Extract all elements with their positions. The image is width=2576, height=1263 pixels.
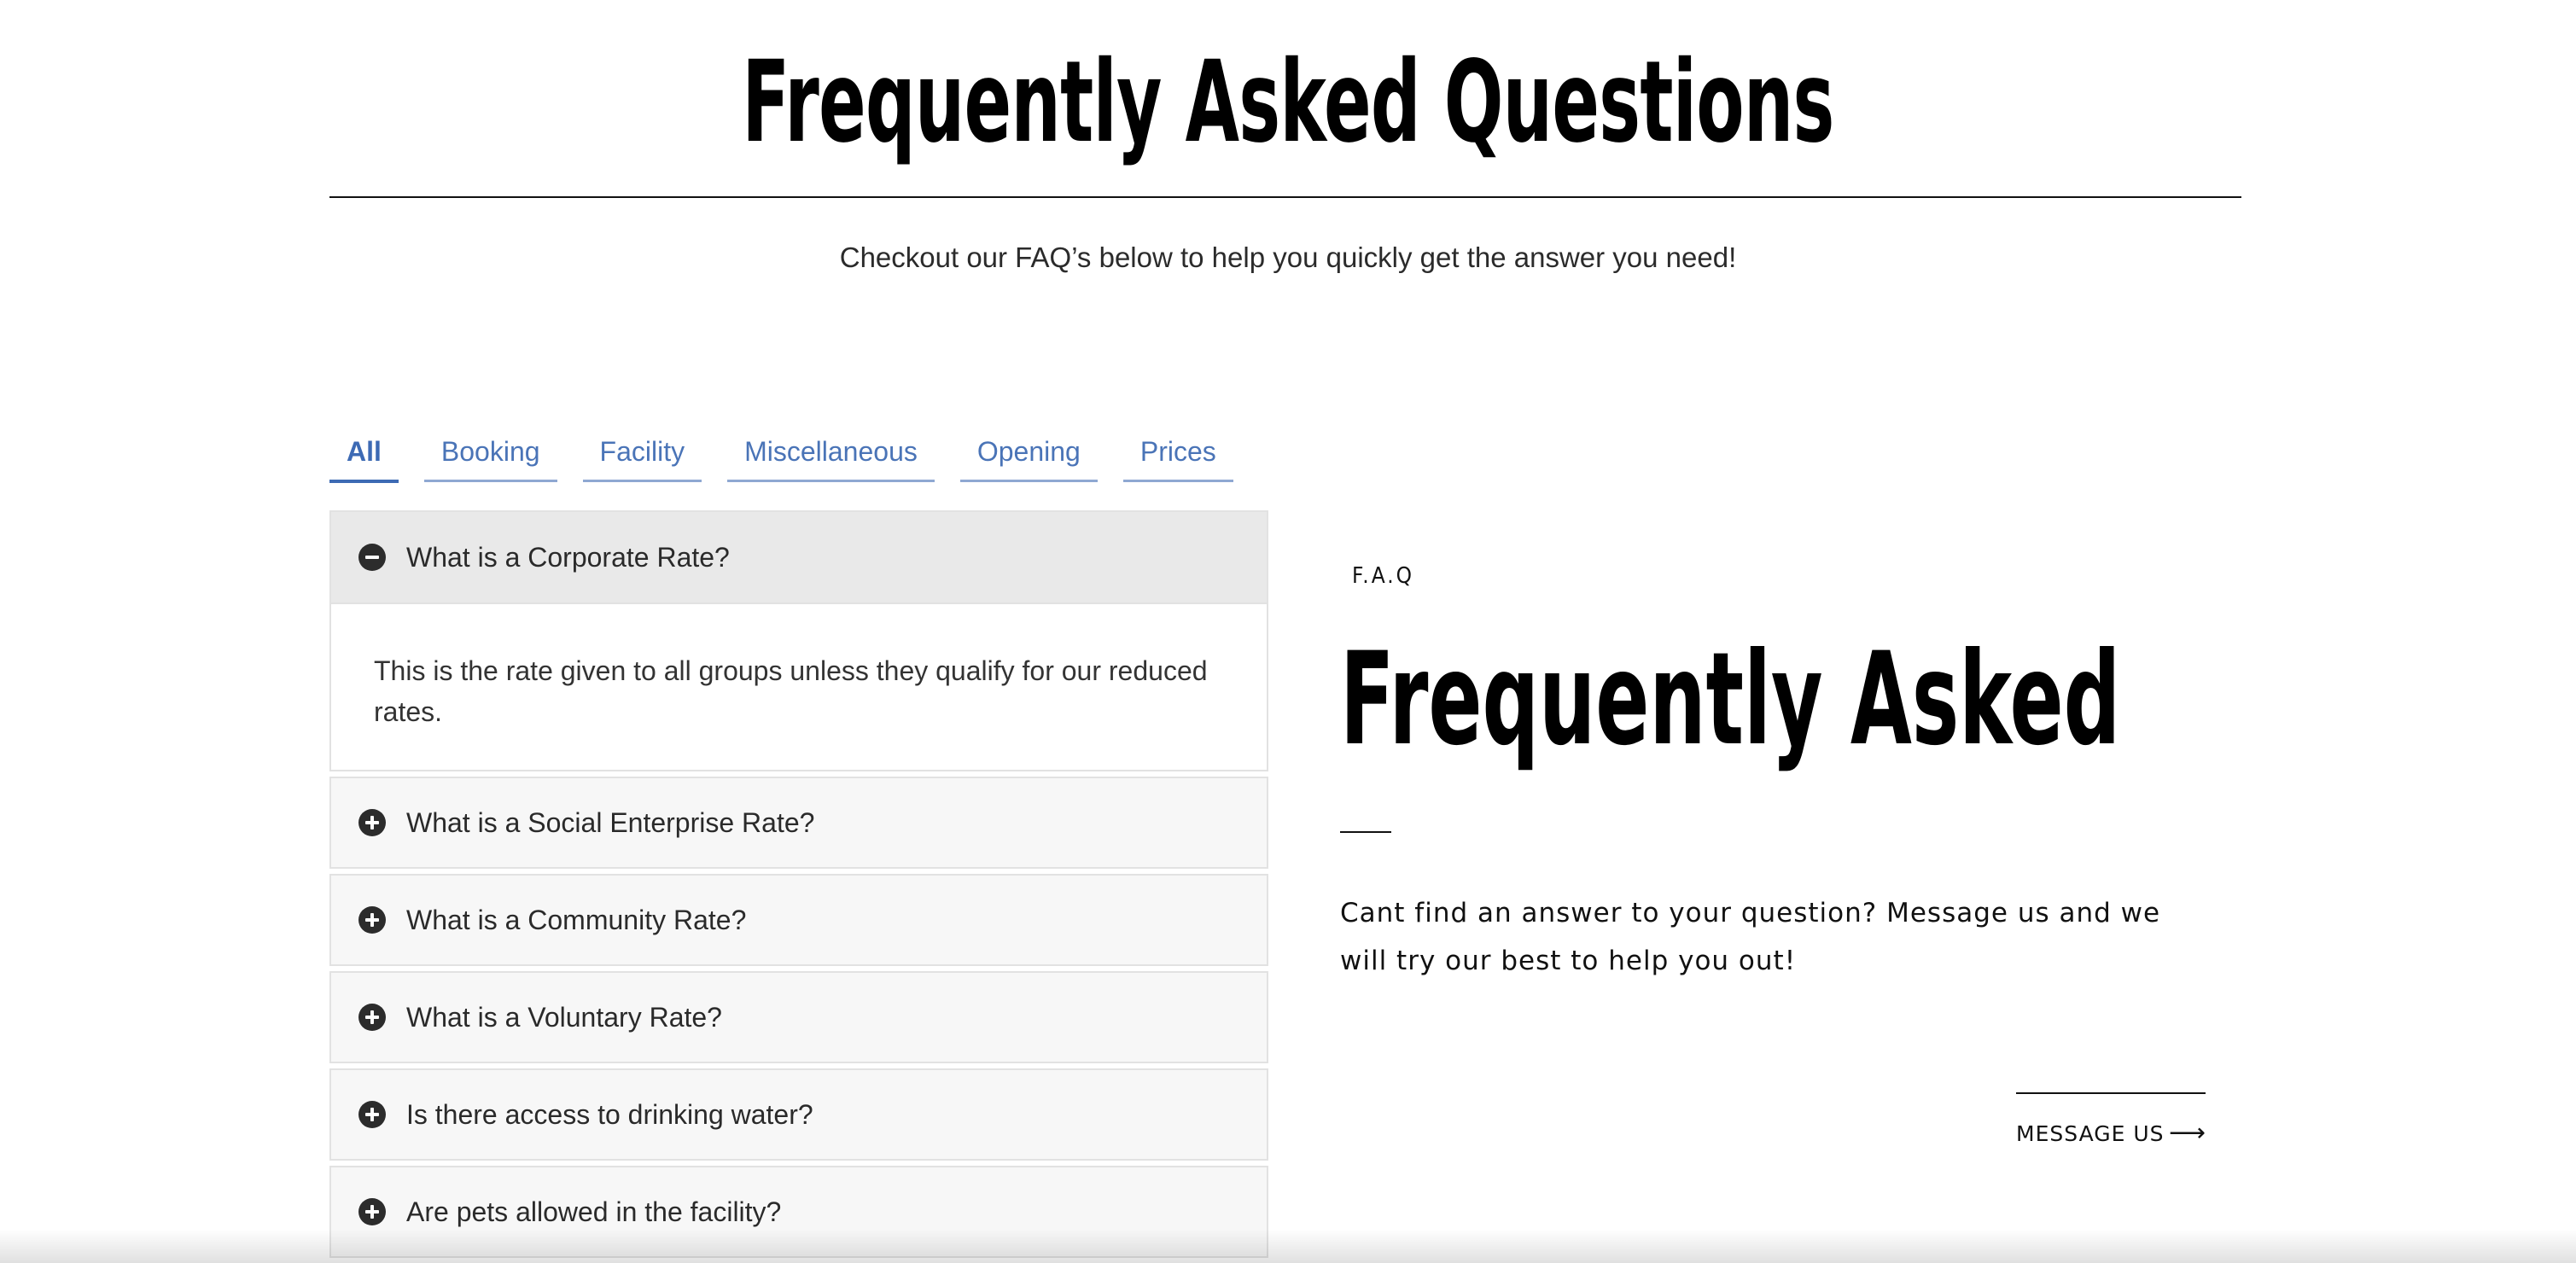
faq-item: Is there access to drinking water? <box>329 1068 1268 1161</box>
faq-question-toggle[interactable]: What is a Social Enterprise Rate? <box>331 778 1267 867</box>
tab-all[interactable]: All <box>329 430 399 483</box>
faq-question: What is a Social Enterprise Rate? <box>406 806 815 838</box>
faq-item: What is a Voluntary Rate? <box>329 971 1268 1063</box>
faq-question-toggle[interactable]: What is a Corporate Rate? <box>331 512 1267 602</box>
tab-miscellaneous[interactable]: Miscellaneous <box>727 430 935 482</box>
side-heading: Frequently Asked <box>1340 626 2121 774</box>
faq-item: What is a Social Enterprise Rate? <box>329 777 1268 869</box>
faq-question-toggle[interactable]: Is there access to drinking water? <box>331 1070 1267 1159</box>
tab-opening[interactable]: Opening <box>959 430 1098 482</box>
faq-item: What is a Corporate Rate? This is the ra… <box>329 510 1268 771</box>
faq-question: Are pets allowed in the facility? <box>406 1196 782 1227</box>
faq-question: Is there access to drinking water? <box>406 1098 813 1130</box>
plus-circle-icon <box>358 906 386 934</box>
faq-category-tabs: All Booking Facility Miscellaneous Openi… <box>329 430 1233 483</box>
plus-circle-icon <box>358 1004 386 1031</box>
tab-booking[interactable]: Booking <box>423 430 557 482</box>
tab-prices[interactable]: Prices <box>1122 430 1233 482</box>
faq-question-toggle[interactable]: What is a Voluntary Rate? <box>331 973 1267 1062</box>
message-us-button[interactable]: MESSAGE US ⟶ <box>2016 1092 2206 1152</box>
faq-question-toggle[interactable]: What is a Community Rate? <box>331 876 1267 964</box>
title-divider <box>329 196 2241 198</box>
plus-circle-icon <box>358 1101 386 1128</box>
plus-circle-icon <box>358 1198 386 1225</box>
faq-question: What is a Corporate Rate? <box>406 541 730 573</box>
side-description: Cant find an answer to your question? Me… <box>1340 898 2161 976</box>
faq-eyebrow: F.A.Q <box>1352 563 1415 589</box>
arrow-right-icon: ⟶ <box>2168 1119 2206 1147</box>
faq-accordion: What is a Corporate Rate? This is the ra… <box>329 510 1268 1263</box>
message-us-label: MESSAGE US <box>2016 1120 2165 1146</box>
minus-circle-icon <box>358 544 386 571</box>
faq-item: What is a Community Rate? <box>329 874 1268 966</box>
page-subtitle: Checkout our FAQ’s below to help you qui… <box>839 242 1737 273</box>
plus-circle-icon <box>358 809 386 836</box>
faq-question: What is a Voluntary Rate? <box>406 1001 722 1033</box>
bottom-shadow <box>0 1229 2576 1263</box>
tab-facility[interactable]: Facility <box>582 430 702 482</box>
faq-question: What is a Community Rate? <box>406 904 747 935</box>
page-title: Frequently Asked Questions <box>742 37 1834 168</box>
faq-answer: This is the rate given to all groups unl… <box>331 602 1267 770</box>
short-divider <box>1340 831 1391 833</box>
